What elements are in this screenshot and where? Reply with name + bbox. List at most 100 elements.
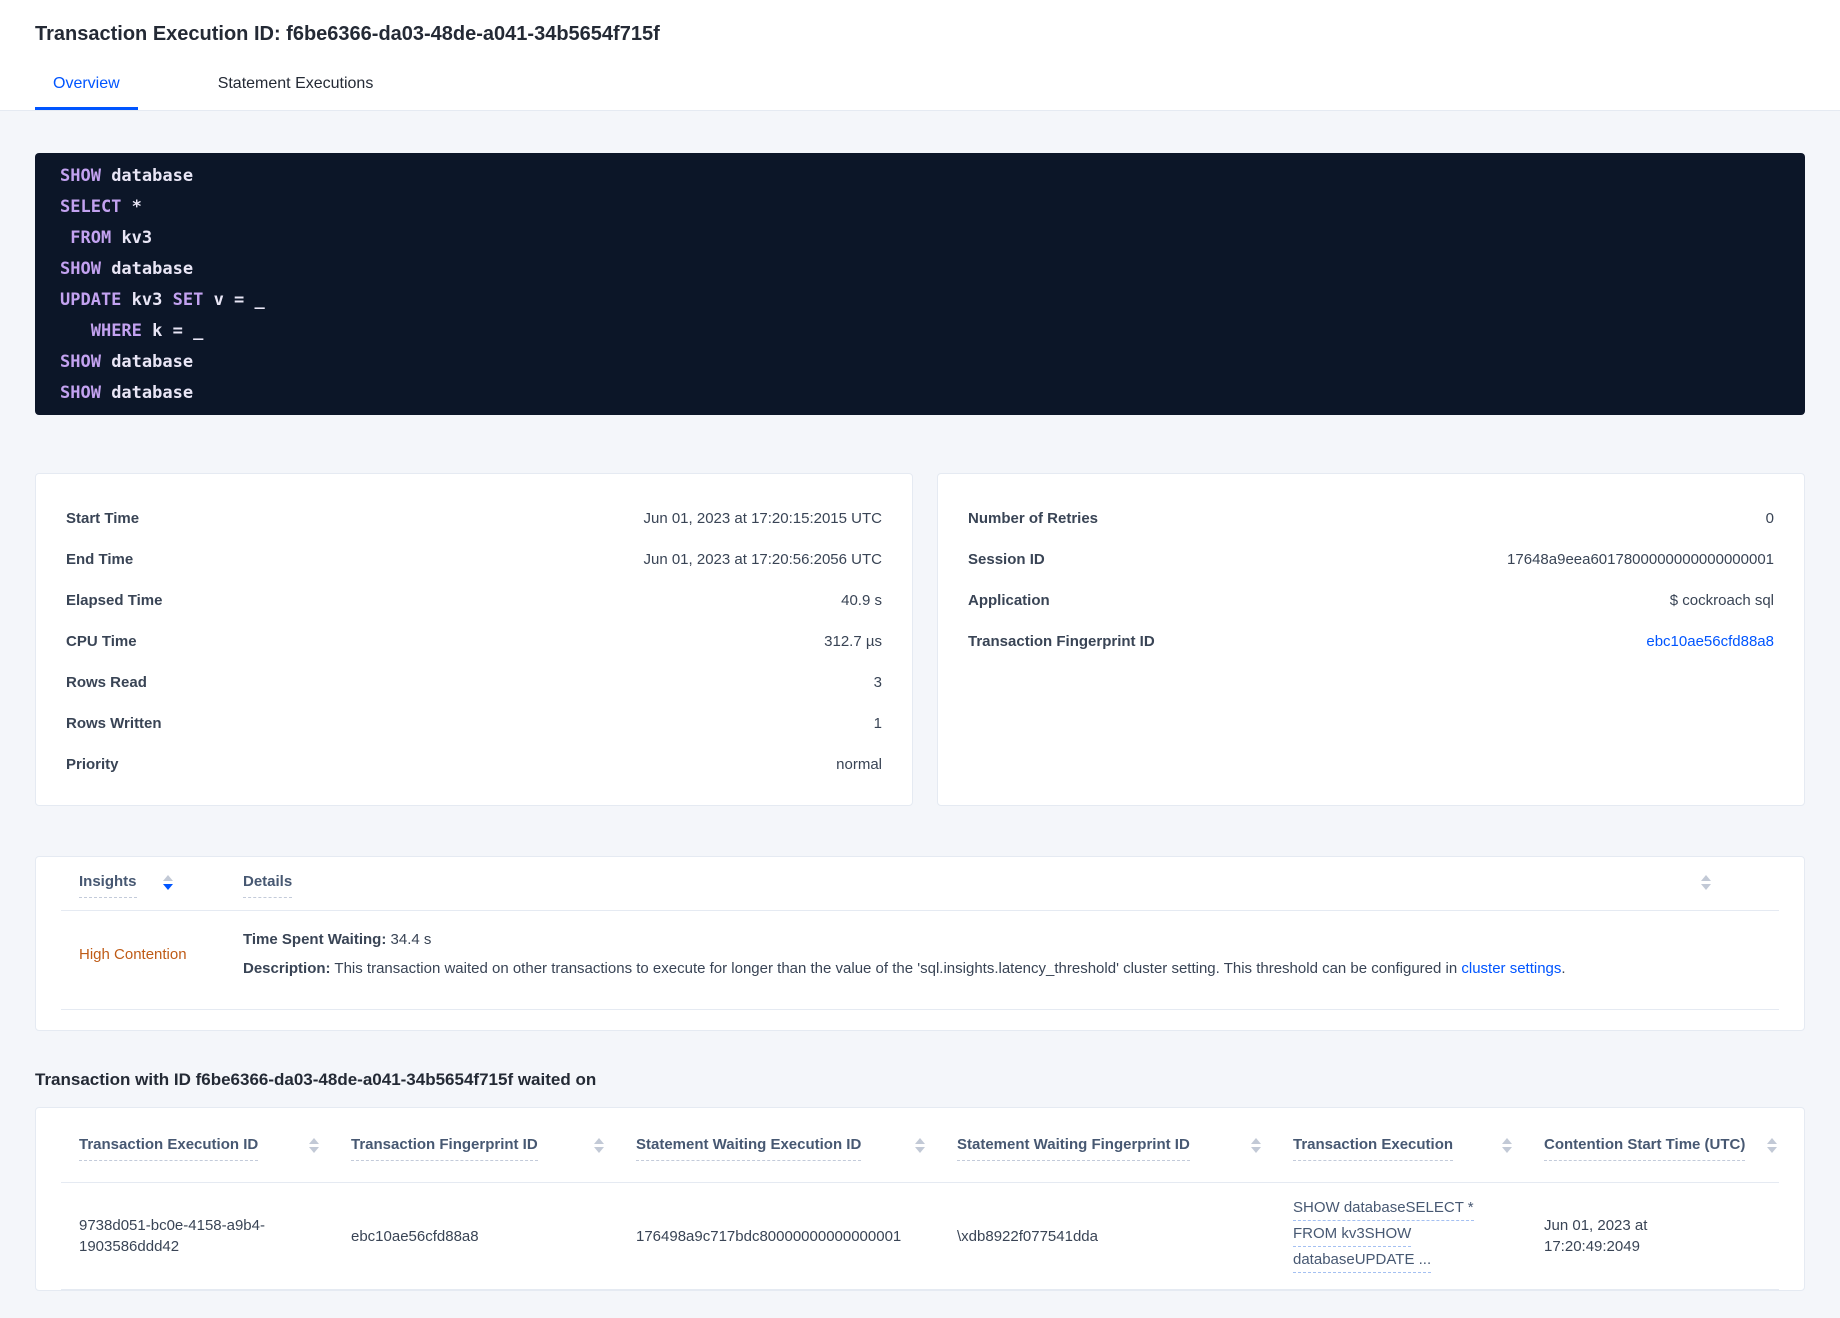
sort-down-triangle <box>1251 1147 1261 1153</box>
kv-row: Number of Retries 0 <box>968 498 1774 539</box>
kv-row: Start Time Jun 01, 2023 at 17:20:15:2015 … <box>66 498 882 539</box>
kv-value: $ cockroach sql <box>1669 592 1774 609</box>
waited-on-table-card: Transaction Execution ID Transaction Fing… <box>35 1107 1805 1291</box>
table-cell: 9738d051-bc0e-4158-a9b4-1903586ddd42 <box>79 1217 265 1255</box>
sort-icon <box>1502 1136 1512 1153</box>
details-cards-row: Start Time Jun 01, 2023 at 17:20:15:2015 … <box>35 473 1805 806</box>
sql-code-line: FROM kv3 <box>60 223 1780 254</box>
sort-icon <box>594 1136 604 1153</box>
sql-code-line: SHOW database <box>60 347 1780 378</box>
tab-statement-executions[interactable]: Statement Executions <box>200 74 392 110</box>
column-header-transaction-execution[interactable]: Transaction Execution <box>1293 1136 1544 1161</box>
kv-value: 3 <box>873 674 882 691</box>
sort-down-triangle <box>594 1147 604 1153</box>
kv-row: Rows Read 3 <box>66 662 882 703</box>
sql-keyword: SHOW <box>60 166 101 186</box>
session-details-card: Number of Retries 0 Session ID 17648a9eea60… <box>937 473 1805 806</box>
waited-table-header: Transaction Execution ID Transaction Fing… <box>61 1108 1779 1183</box>
column-header-label[interactable]: Transaction Execution ID <box>79 1136 259 1161</box>
kv-row: Session ID 17648a9eea60178000000000000000… <box>968 539 1774 580</box>
sort-up-triangle <box>309 1138 319 1144</box>
table-cell: ebc10ae56cfd88a8 <box>351 1227 479 1245</box>
column-header-label[interactable]: Contention Start Time (UTC) <box>1544 1136 1746 1161</box>
kv-label: Elapsed Time <box>66 592 163 609</box>
column-header-label[interactable]: Statement Waiting Fingerprint ID <box>957 1136 1190 1161</box>
insight-type-badge: High Contention <box>79 945 187 963</box>
insights-card: Insights Details High Contention Time Sp… <box>35 856 1805 1031</box>
waited-table-row: 9738d051-bc0e-4158-a9b4-1903586ddd42 ebc1… <box>61 1183 1779 1290</box>
kv-value: 1 <box>873 715 882 732</box>
insights-table-header: Insights Details <box>61 857 1779 911</box>
kv-value: Jun 01, 2023 at 17:20:15:2015 UTC <box>643 510 882 527</box>
sort-down-triangle <box>309 1147 319 1153</box>
sql-text: kv3 <box>121 290 173 310</box>
column-header-label[interactable]: Statement Waiting Execution ID <box>636 1136 862 1161</box>
transaction-execution-link[interactable]: SHOW databaseSELECT * FROM kv3SHOW databas… <box>1293 1197 1544 1275</box>
sql-keyword: WHERE <box>90 321 142 341</box>
sql-text: k = _ <box>141 321 204 341</box>
sort-up-triangle <box>915 1138 925 1144</box>
sql-text: database <box>100 166 194 186</box>
sort-down-triangle <box>1502 1147 1512 1153</box>
kv-value: Jun 01, 2023 at 17:20:56:2056 UTC <box>643 551 882 568</box>
kv-label: Rows Written <box>66 715 162 732</box>
timing-details-card: Start Time Jun 01, 2023 at 17:20:15:2015 … <box>35 473 913 806</box>
sort-up-triangle <box>594 1138 604 1144</box>
sort-up-triangle <box>1251 1138 1261 1144</box>
sort-icon <box>1767 1136 1777 1153</box>
transaction-execution-link-line[interactable]: SHOW databaseSELECT * <box>1293 1197 1474 1221</box>
column-header-statement-waiting-execution-id[interactable]: Statement Waiting Execution ID <box>636 1136 957 1161</box>
sql-keyword: SHOW <box>60 352 101 372</box>
tab-overview[interactable]: Overview <box>35 74 138 110</box>
transaction-fingerprint-link[interactable]: ebc10ae56cfd88a8 <box>1646 633 1774 650</box>
column-header-label[interactable]: Transaction Fingerprint ID <box>351 1136 538 1161</box>
kv-label: Start Time <box>66 510 140 527</box>
insights-column-header[interactable]: Insights <box>79 873 243 898</box>
sql-code-line: SELECT * <box>60 192 1780 223</box>
sql-keyword: SHOW <box>60 383 101 403</box>
sql-text: database <box>100 259 194 279</box>
column-header-statement-waiting-fingerprint-id[interactable]: Statement Waiting Fingerprint ID <box>957 1136 1293 1161</box>
page-content: SHOW database SELECT * FROM kv3 SHOW datab… <box>0 111 1840 1291</box>
sql-code-line: SHOW database <box>60 254 1780 285</box>
page-header: Transaction Execution ID: f6be6366-da03-… <box>0 0 1840 111</box>
kv-value: 17648a9eea6017800000000000000001 <box>1507 551 1774 568</box>
kv-label: Rows Read <box>66 674 147 691</box>
sort-up-triangle <box>1502 1138 1512 1144</box>
kv-label: Priority <box>66 756 119 773</box>
kv-label: End Time <box>66 551 134 568</box>
sql-statements-box: SHOW database SELECT * FROM kv3 SHOW datab… <box>35 153 1805 415</box>
column-header-transaction-fingerprint-id[interactable]: Transaction Fingerprint ID <box>351 1136 636 1161</box>
kv-value: 312.7 µs <box>824 633 882 650</box>
sort-icon <box>915 1136 925 1153</box>
insight-row: High Contention Time Spent Waiting: 34.4… <box>61 911 1779 1010</box>
column-header-contention-start-time-utc-[interactable]: Contention Start Time (UTC) <box>1544 1136 1779 1161</box>
cluster-settings-link[interactable]: cluster settings <box>1461 960 1561 977</box>
kv-label: Number of Retries <box>968 510 1099 527</box>
details-column-header[interactable]: Details <box>243 873 293 898</box>
kv-row: Rows Written 1 <box>66 703 882 744</box>
kv-value: 0 <box>1765 510 1774 527</box>
tab-bar: Overview Statement Executions <box>35 74 1805 110</box>
sort-up-triangle <box>1767 1138 1777 1144</box>
column-header-transaction-execution-id[interactable]: Transaction Execution ID <box>79 1136 351 1161</box>
sort-icon <box>1251 1136 1261 1153</box>
table-cell: \xdb8922f077541dda <box>957 1227 1098 1245</box>
insight-description-line: Description: This transaction waited on … <box>243 960 1566 977</box>
sort-icon <box>1701 873 1711 890</box>
kv-row: Transaction Fingerprint ID ebc10ae56cfd88… <box>968 621 1774 662</box>
details-header-label[interactable]: Details <box>243 873 293 898</box>
column-header-label[interactable]: Transaction Execution <box>1293 1136 1454 1161</box>
table-cell: Jun 01, 2023 at 17:20:49:2049 <box>1544 1217 1648 1255</box>
table-cell: 176498a9c717bdc80000000000000001 <box>636 1227 902 1245</box>
sql-code-line: WHERE k = _ <box>60 316 1780 347</box>
kv-row: Priority normal <box>66 744 882 785</box>
insights-header-label[interactable]: Insights <box>79 873 137 898</box>
waited-on-heading: Transaction with ID f6be6366-da03-48de-a… <box>35 1070 597 1089</box>
kv-label: Application <box>968 592 1050 609</box>
transaction-execution-link-line[interactable]: FROM kv3SHOW <box>1293 1223 1412 1247</box>
sql-code-line: SHOW database <box>60 161 1780 192</box>
transaction-execution-link-line[interactable]: databaseUPDATE ... <box>1293 1249 1432 1273</box>
